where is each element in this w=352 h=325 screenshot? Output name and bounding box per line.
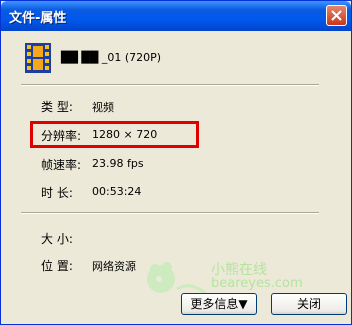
title-bar[interactable]: 文件-属性 [1,1,351,31]
close-icon [331,10,342,21]
frame-rate-value: 23.98 fps [92,157,144,170]
size-label: 大 小: [41,232,73,246]
properties-dialog: 文件-属性 ██ ██ _01 (720P) 类 型: 视频 分辨率: 1280… [0,0,352,325]
location-label: 位 置: [41,259,73,273]
type-value: 视频 [92,101,114,114]
resolution-label: 分辨率: [41,129,82,143]
duration-value: 00:53:24 [92,185,142,198]
file-name: ██ ██ _01 (720P) [61,51,162,64]
watermark-url: beareyes.com [211,276,303,291]
more-info-button[interactable]: 更多信息▼ [181,293,257,315]
close-button[interactable]: 关闭 [271,293,347,315]
window-title: 文件-属性 [9,11,67,26]
duration-label: 时 长: [41,186,73,200]
close-window-button[interactable] [326,5,347,26]
resolution-value: 1280 × 720 [92,128,158,141]
type-label: 类 型: [41,100,73,114]
frame-rate-label: 帧速率: [41,158,82,172]
location-value: 网络资源 [92,260,136,273]
separator [21,212,319,214]
video-file-icon [25,43,51,73]
separator [21,84,319,86]
